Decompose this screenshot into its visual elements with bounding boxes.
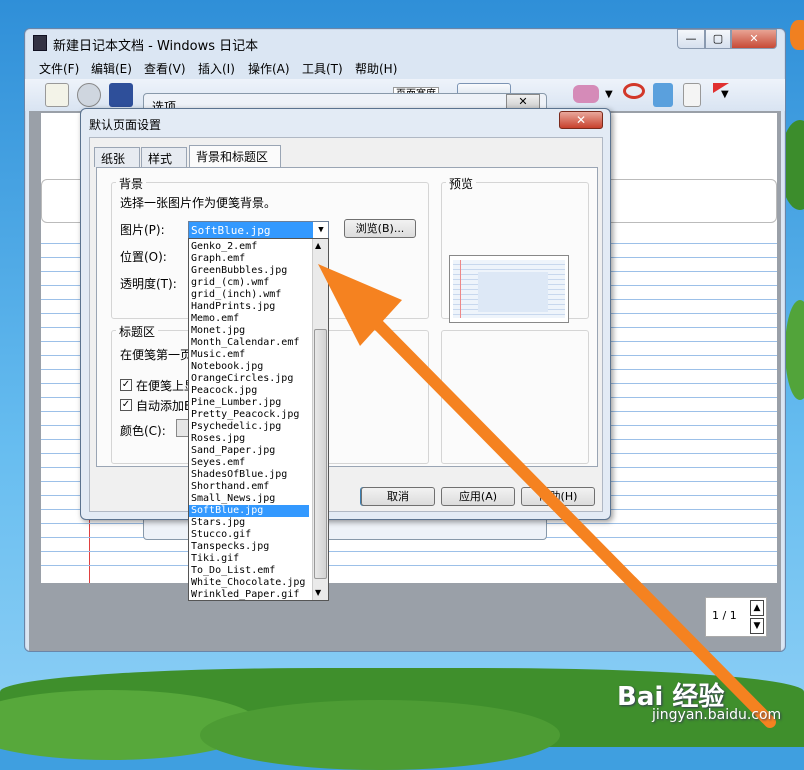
dropdown-scrollbar[interactable]: ▲ ▼: [312, 239, 328, 600]
bush-decoration: [200, 700, 560, 770]
journal-app-icon: [33, 35, 47, 51]
dropdown-item[interactable]: ShadesOfBlue.jpg: [191, 469, 311, 481]
title-preview-group: [441, 330, 589, 464]
page-up-icon[interactable]: ▲: [750, 600, 764, 616]
help-button[interactable]: 帮助(H): [521, 487, 595, 506]
dropdown-item[interactable]: Monet.jpg: [191, 325, 311, 337]
dropdown-item[interactable]: Sand_Paper.jpg: [191, 445, 311, 457]
dropdown-item[interactable]: Notebook.jpg: [191, 361, 311, 373]
chevron-down-icon[interactable]: ▼: [721, 89, 729, 100]
dialog-title: 默认页面设置: [89, 118, 162, 132]
carrot-decoration: [790, 20, 804, 50]
dropdown-item[interactable]: Genko_2.emf: [191, 241, 311, 253]
browse-button[interactable]: 浏览(B)...: [344, 219, 416, 238]
dropdown-item[interactable]: To_Do_List.emf: [191, 565, 311, 577]
dropdown-item[interactable]: Month_Calendar.emf: [191, 337, 311, 349]
maximize-button[interactable]: ▢: [705, 29, 731, 49]
menu-actions[interactable]: 操作(A): [248, 60, 290, 77]
chevron-down-icon[interactable]: ▼: [605, 89, 613, 100]
close-button[interactable]: ✕: [731, 29, 777, 49]
scroll-down-icon[interactable]: ▼: [315, 588, 321, 597]
checkbox-auto-date-label: 自动添加B: [136, 399, 193, 413]
dropdown-item[interactable]: Pine_Lumber.jpg: [191, 397, 311, 409]
dialog-body: 纸张 样式 背景和标题区 背景 选择一张图片作为便笺背景。 图片(P): 位置(…: [89, 137, 603, 512]
picture-label: 图片(P):: [120, 223, 165, 237]
dropdown-item[interactable]: OrangeCircles.jpg: [191, 373, 311, 385]
menu-help[interactable]: 帮助(H): [355, 60, 397, 77]
dropdown-item[interactable]: Stucco.gif: [191, 529, 311, 541]
baidu-watermark-url: jingyan.baidu.com: [652, 707, 782, 723]
preview-label: 预览: [446, 175, 477, 192]
checkbox-show-title-label: 在便笺上显: [136, 379, 197, 393]
insert-space-icon[interactable]: [653, 83, 673, 107]
dropdown-item[interactable]: Peacock.jpg: [191, 385, 311, 397]
dropdown-item[interactable]: Shorthand.emf: [191, 481, 311, 493]
dialog-close-button[interactable]: ✕: [559, 111, 603, 129]
dropdown-item[interactable]: Small_News.jpg: [191, 493, 311, 505]
tab-background-title[interactable]: 背景和标题区: [189, 145, 281, 168]
color-label: 颜色(C):: [120, 424, 166, 438]
dropdown-item[interactable]: GreenBubbles.jpg: [191, 265, 311, 277]
dropdown-item[interactable]: White_Chocolate.jpg: [191, 577, 311, 589]
page-counter-text: 1 / 1: [712, 609, 737, 622]
picture-dropdown-list: Genko_2.emf Graph.emf GreenBubbles.jpg grid…: [188, 238, 329, 601]
checkbox-auto-date[interactable]: ✓: [120, 399, 132, 411]
eraser-icon[interactable]: [573, 85, 599, 103]
menu-view[interactable]: 查看(V): [144, 60, 186, 77]
dropdown-item[interactable]: Stars.jpg: [191, 517, 311, 529]
open-icon[interactable]: [77, 83, 101, 107]
menu-insert[interactable]: 插入(I): [198, 60, 235, 77]
dropdown-item[interactable]: HandPrints.jpg: [191, 301, 311, 313]
menu-bar: 文件(F) 编辑(E) 查看(V) 插入(I) 操作(A) 工具(T) 帮助(H…: [25, 57, 785, 79]
dropdown-item[interactable]: Tiki.gif: [191, 553, 311, 565]
background-group-label: 背景: [116, 175, 147, 192]
dropdown-item[interactable]: Graph.emf: [191, 253, 311, 265]
page-icon[interactable]: [683, 83, 701, 107]
dropdown-item[interactable]: Psychedelic.jpg: [191, 421, 311, 433]
save-icon[interactable]: [109, 83, 133, 107]
page-down-icon[interactable]: ▼: [750, 618, 764, 634]
apply-button[interactable]: 应用(A): [441, 487, 515, 506]
menu-edit[interactable]: 编辑(E): [91, 60, 132, 77]
dropdown-item[interactable]: Wrinkled_Paper.gif: [191, 589, 311, 600]
new-note-icon[interactable]: [45, 83, 69, 107]
page-counter: 1 / 1 ▲ ▼: [705, 597, 767, 637]
lasso-icon[interactable]: [623, 83, 645, 99]
title-group-text: 在便笺第一页: [120, 348, 193, 362]
minimize-button[interactable]: —: [677, 29, 705, 49]
dropdown-item[interactable]: Seyes.emf: [191, 457, 311, 469]
menu-file[interactable]: 文件(F): [39, 60, 79, 77]
position-label: 位置(O):: [120, 250, 167, 264]
menu-tools[interactable]: 工具(T): [302, 60, 343, 77]
dropdown-item[interactable]: Memo.emf: [191, 313, 311, 325]
picture-select-value: SoftBlue.jpg: [189, 222, 313, 239]
scroll-up-icon[interactable]: ▲: [315, 241, 321, 250]
title-group-label: 标题区: [116, 323, 159, 340]
dropdown-item[interactable]: Music.emf: [191, 349, 311, 361]
cancel-button[interactable]: 取消: [361, 487, 435, 506]
dropdown-item[interactable]: Tanspecks.jpg: [191, 541, 311, 553]
tab-style[interactable]: 样式: [141, 147, 187, 167]
scrollbar-thumb[interactable]: [314, 329, 327, 579]
dropdown-item[interactable]: Pretty_Peacock.jpg: [191, 409, 311, 421]
checkbox-show-title[interactable]: ✓: [120, 379, 132, 391]
dropdown-item[interactable]: SoftBlue.jpg: [189, 505, 309, 517]
dropdown-item[interactable]: grid_(inch).wmf: [191, 289, 311, 301]
tab-paper[interactable]: 纸张: [94, 147, 140, 167]
background-preview: [449, 255, 569, 323]
transparency-label: 透明度(T):: [120, 277, 177, 291]
dropdown-item[interactable]: grid_(cm).wmf: [191, 277, 311, 289]
title-bar: 新建日记本文档 - Windows 日记本 — ▢ ✕: [25, 29, 785, 57]
chevron-down-icon[interactable]: ▼: [313, 222, 329, 239]
window-title: 新建日记本文档 - Windows 日记本: [53, 39, 259, 54]
background-instruction: 选择一张图片作为便笺背景。: [120, 196, 277, 210]
dropdown-item[interactable]: Roses.jpg: [191, 433, 311, 445]
